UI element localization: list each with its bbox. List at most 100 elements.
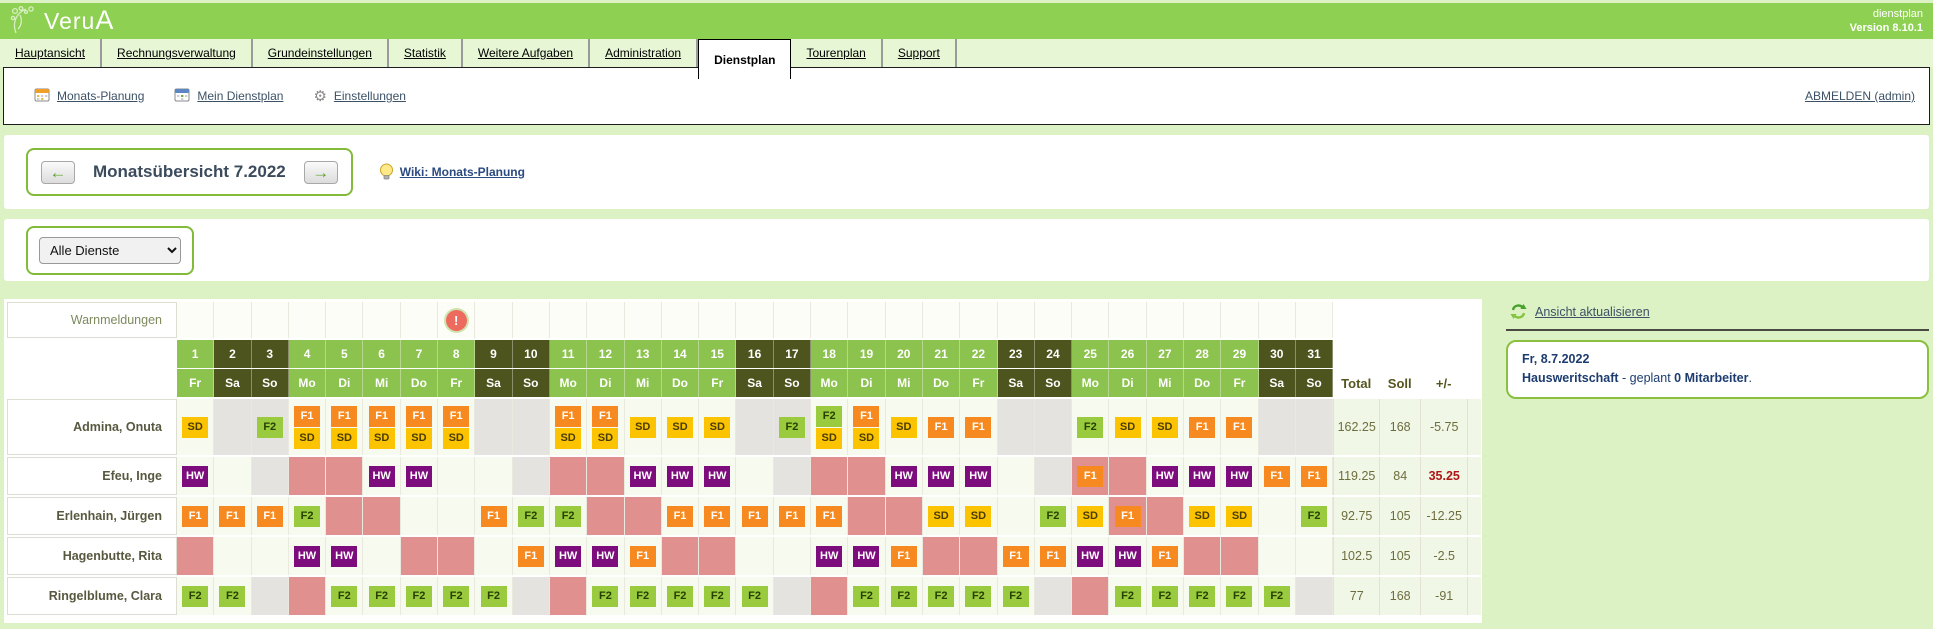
roster-cell-day-27[interactable] [1147,497,1184,535]
service-filter-select[interactable]: Alle Dienste [39,237,181,264]
roster-cell-day-4[interactable]: F1SD [289,399,326,455]
roster-cell-day-6[interactable] [363,537,400,575]
roster-cell-day-18[interactable]: HW [811,537,848,575]
roster-cell-day-24[interactable]: F1 [1035,537,1072,575]
roster-cell-day-21[interactable]: HW [923,457,960,495]
tab-statistik[interactable]: Statistik [389,39,463,67]
roster-cell-day-6[interactable]: F1SD [363,399,400,455]
roster-cell-day-22[interactable]: HW [960,457,997,495]
roster-cell-day-20[interactable]: HW [886,457,923,495]
roster-cell-day-5[interactable]: HW [326,537,363,575]
tab-dienstplan[interactable]: Dienstplan [698,39,791,79]
roster-cell-day-3[interactable] [252,537,289,575]
roster-cell-day-31[interactable] [1296,399,1333,455]
roster-cell-day-24[interactable] [1035,457,1072,495]
roster-cell-day-15[interactable] [699,537,736,575]
roster-cell-day-20[interactable]: F2 [886,577,923,615]
next-month-button[interactable]: → [304,161,338,184]
roster-cell-day-16[interactable] [736,399,773,455]
roster-cell-day-1[interactable]: HW [177,457,214,495]
roster-cell-day-3[interactable] [252,457,289,495]
roster-cell-day-28[interactable]: SD [1184,497,1221,535]
roster-cell-day-25[interactable]: F1 [1072,457,1109,495]
roster-cell-day-6[interactable]: HW [363,457,400,495]
prev-month-button[interactable]: ← [41,161,75,184]
roster-cell-day-12[interactable] [587,497,624,535]
roster-cell-day-17[interactable]: F1 [774,497,811,535]
roster-cell-day-7[interactable]: F2 [401,577,438,615]
roster-cell-day-18[interactable]: F2SD [811,399,848,455]
roster-cell-day-5[interactable]: F2 [326,577,363,615]
roster-cell-day-5[interactable]: F1SD [326,399,363,455]
roster-cell-day-11[interactable] [550,577,587,615]
roster-cell-day-31[interactable]: F1 [1296,457,1333,495]
roster-cell-day-13[interactable]: F2 [625,577,662,615]
roster-cell-day-17[interactable] [774,537,811,575]
roster-cell-day-21[interactable] [923,537,960,575]
roster-cell-day-29[interactable]: SD [1221,497,1258,535]
tab-tourenplan[interactable]: Tourenplan [791,39,882,67]
roster-cell-day-20[interactable]: F1 [886,537,923,575]
roster-cell-day-16[interactable]: F2 [736,577,773,615]
roster-cell-day-19[interactable]: F2 [848,577,885,615]
roster-cell-day-4[interactable]: F2 [289,497,326,535]
roster-cell-day-9[interactable] [475,537,512,575]
roster-cell-day-8[interactable] [438,457,475,495]
roster-cell-day-30[interactable] [1259,399,1296,455]
roster-cell-day-24[interactable] [1035,577,1072,615]
roster-cell-day-20[interactable] [886,497,923,535]
roster-cell-day-28[interactable]: F2 [1184,577,1221,615]
roster-cell-day-1[interactable]: F1 [177,497,214,535]
roster-cell-day-25[interactable]: SD [1072,497,1109,535]
roster-cell-day-9[interactable] [475,457,512,495]
roster-cell-day-14[interactable]: F1 [662,497,699,535]
roster-cell-day-12[interactable]: HW [587,537,624,575]
tab-grundeinstellungen[interactable]: Grundeinstellungen [253,39,389,67]
roster-cell-day-7[interactable] [401,497,438,535]
roster-cell-day-17[interactable]: F2 [774,399,811,455]
roster-cell-day-14[interactable]: HW [662,457,699,495]
roster-cell-day-29[interactable] [1221,537,1258,575]
roster-cell-day-2[interactable] [214,537,251,575]
roster-cell-day-13[interactable] [625,497,662,535]
roster-cell-day-3[interactable] [252,577,289,615]
roster-cell-day-19[interactable] [848,497,885,535]
tab-rechnungsverwaltung[interactable]: Rechnungsverwaltung [102,39,253,67]
roster-cell-day-27[interactable]: SD [1147,399,1184,455]
roster-cell-day-13[interactable]: HW [625,457,662,495]
roster-cell-day-25[interactable] [1072,577,1109,615]
roster-cell-day-30[interactable] [1259,537,1296,575]
roster-cell-day-15[interactable]: SD [699,399,736,455]
roster-cell-day-6[interactable] [363,497,400,535]
roster-cell-day-23[interactable]: F2 [998,577,1035,615]
roster-cell-day-8[interactable] [438,497,475,535]
roster-cell-day-23[interactable] [998,399,1035,455]
roster-cell-day-26[interactable]: HW [1109,537,1146,575]
roster-cell-day-13[interactable]: F1 [625,537,662,575]
logout-link[interactable]: ABMELDEN (admin) [1805,89,1915,103]
roster-cell-day-17[interactable] [774,577,811,615]
roster-cell-day-23[interactable]: F1 [998,537,1035,575]
roster-cell-day-19[interactable]: F1SD [848,399,885,455]
roster-cell-day-3[interactable]: F2 [252,399,289,455]
roster-cell-day-19[interactable] [848,457,885,495]
roster-cell-day-8[interactable]: F2 [438,577,475,615]
toolbar-link[interactable]: Monats-Planung [57,89,144,103]
roster-cell-day-5[interactable] [326,497,363,535]
roster-cell-day-26[interactable] [1109,457,1146,495]
roster-cell-day-2[interactable]: F2 [214,577,251,615]
roster-cell-day-1[interactable]: SD [177,399,214,455]
refresh-view-link[interactable]: Ansicht aktualisieren [1535,305,1650,319]
roster-cell-day-7[interactable]: F1SD [401,399,438,455]
roster-cell-day-15[interactable]: F1 [699,497,736,535]
roster-cell-day-28[interactable]: HW [1184,457,1221,495]
wiki-link[interactable]: Wiki: Monats-Planung [400,165,525,179]
roster-cell-day-11[interactable]: F1SD [550,399,587,455]
roster-cell-day-6[interactable]: F2 [363,577,400,615]
roster-cell-day-10[interactable] [513,399,550,455]
roster-cell-day-3[interactable]: F1 [252,497,289,535]
roster-cell-day-12[interactable]: F2 [587,577,624,615]
roster-cell-day-26[interactable]: F2 [1109,577,1146,615]
roster-cell-day-24[interactable]: F2 [1035,497,1072,535]
toolbar-link[interactable]: Einstellungen [334,89,406,103]
